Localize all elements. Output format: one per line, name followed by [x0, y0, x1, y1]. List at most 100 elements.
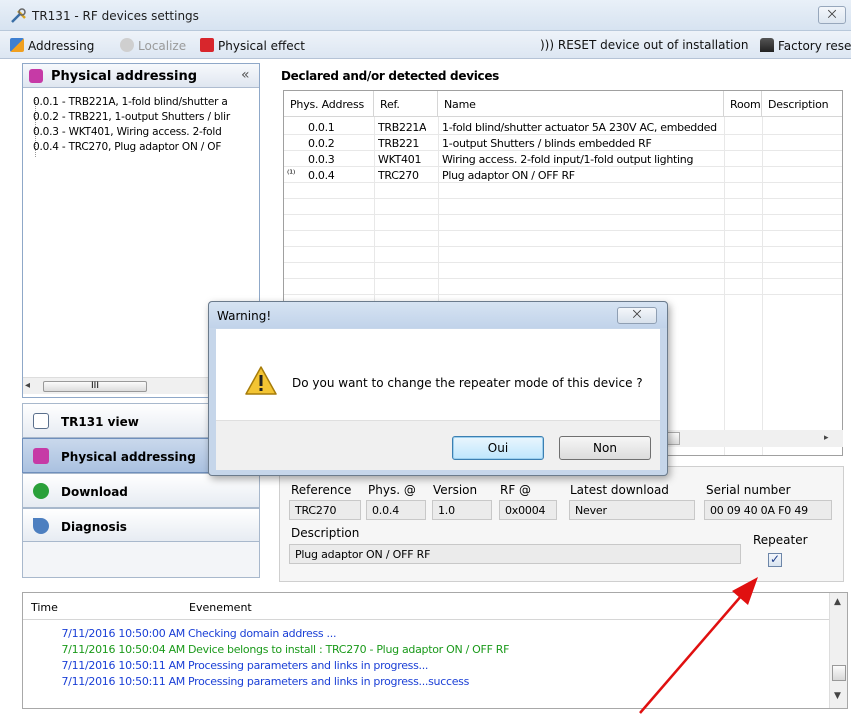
addressing-label: Addressing [28, 39, 95, 53]
repeater-label: Repeater [753, 533, 808, 547]
cell-address: 0.0.2 [308, 137, 335, 150]
physical-effect-icon [200, 38, 214, 52]
log-text: Processing parameters and links in progr… [188, 659, 429, 672]
title-bar: TR131 - RF devices settings ⨉ [0, 0, 851, 31]
scroll-right-icon[interactable]: ▸ [824, 433, 829, 443]
log-column-time[interactable]: Time [31, 601, 58, 614]
reset-device-button[interactable]: ))) RESET device out of installation [540, 38, 748, 52]
latest-download-label: Latest download [570, 483, 669, 497]
physical-effect-label: Physical effect [218, 39, 305, 53]
nav-label: Physical addressing [61, 450, 196, 464]
row-separator [284, 214, 842, 215]
localize-button[interactable]: Localize [120, 38, 186, 53]
row-separator [284, 230, 842, 231]
nav-download[interactable]: Download [22, 473, 260, 508]
window-close-button[interactable]: ⨉ [818, 6, 846, 24]
log-text: Processing parameters and links in progr… [188, 675, 470, 688]
cell-name: Plug adaptor ON / OFF RF [442, 169, 575, 182]
tree-item[interactable]: 0.0.2 - TRB221, 1-output Shutters / blir [33, 111, 259, 123]
reference-label: Reference [291, 483, 352, 497]
column-header-description[interactable]: Description [762, 91, 842, 117]
cell-address: 0.0.3 [308, 153, 335, 166]
window-title: TR131 - RF devices settings [32, 9, 199, 23]
nav-diagnosis[interactable]: Diagnosis [22, 508, 260, 543]
version-field: 1.0 [432, 500, 492, 520]
log-time: 7/11/2016 10:50:04 AM [61, 643, 185, 656]
row-separator [284, 294, 842, 295]
column-separator [724, 117, 725, 455]
localize-icon [120, 38, 134, 52]
collapse-button[interactable]: « [241, 67, 250, 83]
row-separator [284, 278, 842, 279]
cell-ref: TRB221 [378, 137, 420, 150]
scroll-thumb[interactable]: III [43, 381, 147, 392]
column-header-ref[interactable]: Ref. [374, 91, 438, 117]
toolbar: Addressing Localize Physical effect ))) … [0, 31, 851, 59]
log-column-event[interactable]: Evenement [189, 601, 252, 614]
dialog-footer: Oui Non [216, 420, 660, 470]
panel-title: Physical addressing [51, 69, 198, 84]
description-label: Description [291, 526, 360, 540]
download-icon [33, 483, 49, 499]
no-button[interactable]: Non [559, 436, 651, 460]
cell-name: 1-fold blind/shutter actuator 5A 230V AC… [442, 121, 717, 134]
repeater-marker: ⁽¹⁾ [287, 169, 296, 180]
dialog-body: Do you want to change the repeater mode … [216, 329, 660, 420]
phys-address-label: Phys. @ [368, 483, 416, 497]
log-time: 7/11/2016 10:50:00 AM [61, 627, 185, 640]
log-scroll-thumb[interactable] [832, 665, 846, 681]
scroll-up-icon[interactable]: ▲ [834, 597, 841, 607]
warning-dialog: Warning! ⨉ Do you want to change the rep… [208, 301, 668, 476]
dialog-message: Do you want to change the repeater mode … [292, 376, 643, 390]
column-header-address[interactable]: Phys. Address [284, 91, 374, 117]
cell-name: 1-output Shutters / blinds embedded RF [442, 137, 652, 150]
factory-reset-button[interactable]: Factory reset [760, 38, 851, 53]
cell-address: 0.0.1 [308, 121, 335, 134]
declared-devices-title: Declared and/or detected devices [281, 69, 500, 83]
log-text: Checking domain address ... [188, 627, 337, 640]
phys-address-field: 0.0.4 [366, 500, 426, 520]
cell-name: Wiring access. 2-fold input/1-fold outpu… [442, 153, 694, 166]
column-header-name[interactable]: Name [438, 91, 724, 117]
nav-label: Diagnosis [61, 520, 127, 534]
physical-addressing-icon [29, 69, 43, 83]
addressing-icon [10, 38, 24, 52]
row-separator [284, 246, 842, 247]
log-vertical-scrollbar[interactable]: ▲ ▼ [829, 593, 847, 708]
tr131-view-icon [33, 413, 49, 429]
physical-addressing-icon [33, 448, 49, 464]
column-header-room[interactable]: Room [724, 91, 762, 117]
factory-reset-icon [760, 38, 774, 52]
latest-download-field: Never [569, 500, 695, 520]
cell-ref: WKT401 [378, 153, 422, 166]
localize-label: Localize [138, 39, 187, 53]
red-arrow-annotation [639, 577, 758, 714]
version-label: Version [433, 483, 478, 497]
addressing-button[interactable]: Addressing [10, 38, 94, 53]
serial-number-label: Serial number [706, 483, 791, 497]
cell-address: 0.0.4 [308, 169, 335, 182]
scroll-left-icon[interactable]: ◂ [25, 380, 30, 391]
nav-empty-area [22, 541, 260, 578]
log-time: 7/11/2016 10:50:11 AM [61, 659, 185, 672]
rf-address-field: 0x0004 [499, 500, 557, 520]
rf-address-label: RF @ [500, 483, 532, 497]
tree-item[interactable]: 0.0.3 - WKT401, Wiring access. 2-fold [33, 126, 259, 138]
tools-icon [11, 8, 26, 23]
scroll-down-icon[interactable]: ▼ [834, 691, 841, 701]
diagnosis-icon [33, 518, 49, 534]
tree-item[interactable]: 0.0.4 - TRC270, Plug adaptor ON / OF [33, 141, 259, 153]
reference-field: TRC270 [289, 500, 361, 520]
cell-ref: TRC270 [378, 169, 419, 182]
column-separator [762, 117, 763, 455]
tree-item[interactable]: 0.0.1 - TRB221A, 1-fold blind/shutter a [33, 96, 259, 108]
dialog-title: Warning! [217, 309, 272, 323]
serial-number-field: 00 09 40 0A F0 49 [704, 500, 832, 520]
row-separator [284, 198, 842, 199]
row-separator [284, 262, 842, 263]
dialog-title-bar: Warning! ⨉ [209, 302, 667, 328]
dialog-close-button[interactable]: ⨉ [617, 307, 657, 324]
yes-button[interactable]: Oui [452, 436, 544, 460]
physical-effect-button[interactable]: Physical effect [200, 38, 305, 53]
warning-icon [245, 366, 277, 395]
